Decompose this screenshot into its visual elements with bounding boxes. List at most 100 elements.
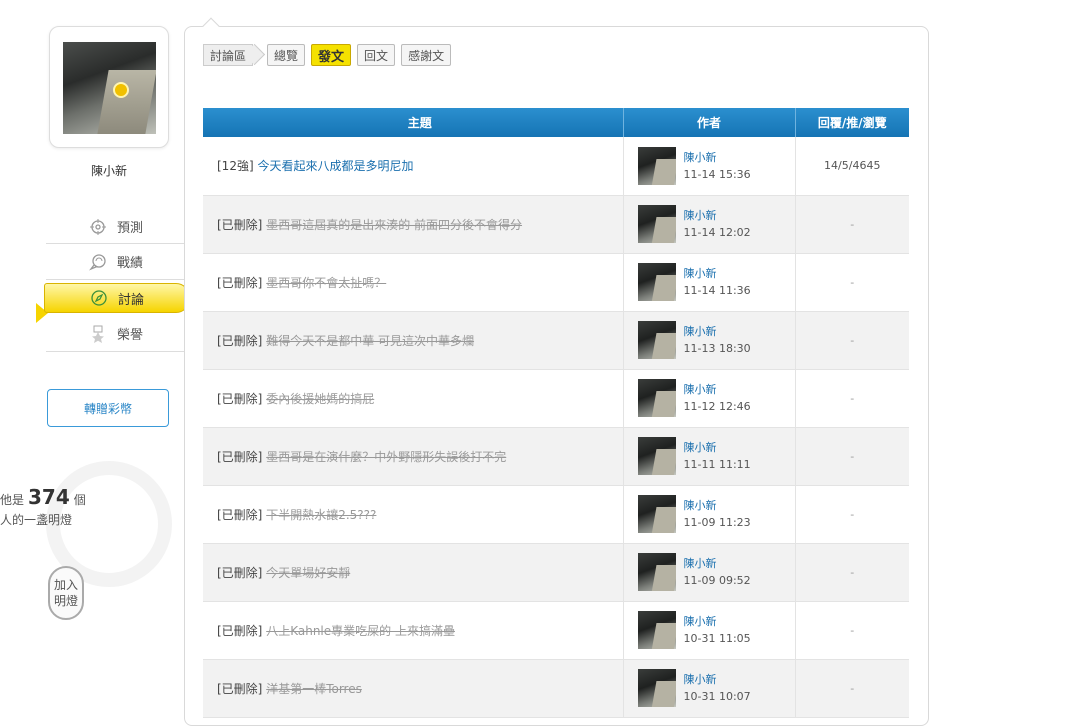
breadcrumb: 討論區 <box>203 44 254 66</box>
author-cell: 陳小新 11-09 11:23 <box>623 485 796 544</box>
author-name[interactable]: 陳小新 <box>684 381 751 398</box>
menu-label: 榮譽 <box>116 328 143 343</box>
author-avatar[interactable] <box>637 379 676 417</box>
topic-prefix: [已刪除] <box>217 217 263 232</box>
author-avatar[interactable] <box>637 205 676 243</box>
topic-prefix: [已刪除] <box>217 681 263 696</box>
author-cell: 陳小新 11-14 15:36 <box>623 137 796 196</box>
profile-sidebar: 陳小新 預測 戰績 討論 榮譽 轉贈彩幣 他是 374 個 人的一盞明燈 加入 … <box>0 0 190 709</box>
header-topic[interactable]: 主題 <box>203 108 624 137</box>
author-avatar[interactable] <box>637 553 676 591</box>
table-header: 主題 作者 回覆/推/瀏覽 <box>203 108 909 137</box>
follower-count: 374 <box>28 485 70 509</box>
topic-title: 墨西哥是在演什麼？中外野隱形失誤後打不完 <box>266 449 507 464</box>
stats-cell: - <box>795 601 909 660</box>
menu-item-honor[interactable]: 榮譽 <box>46 316 186 352</box>
author-name[interactable]: 陳小新 <box>684 207 751 224</box>
gift-coins-button[interactable]: 轉贈彩幣 <box>47 389 169 427</box>
author-cell: 陳小新 10-31 10:07 <box>623 659 796 718</box>
topic-title: 下半開熱水讓2.5??? <box>266 507 377 522</box>
topic-prefix: [12強] <box>217 159 254 174</box>
author-name[interactable]: 陳小新 <box>684 555 751 572</box>
stats-cell: 14/5/4645 <box>795 137 909 196</box>
author-cell: 陳小新 11-12 12:46 <box>623 369 796 428</box>
author-name[interactable]: 陳小新 <box>684 439 751 456</box>
table-row: [已刪除] 洋基第一棒Torres 陳小新 10-31 10:07 - <box>203 659 909 718</box>
topic-cell: [12強] 今天看起來八成都是多明尼加 <box>203 137 624 196</box>
number-badge-icon <box>113 82 129 98</box>
author-cell: 陳小新 11-09 09:52 <box>623 543 796 602</box>
topic-title: 墨西哥你不會太扯嗎？ <box>266 275 387 290</box>
author-avatar[interactable] <box>637 146 676 185</box>
chat-bubble-icon <box>89 253 107 271</box>
table-row: [12強] 今天看起來八成都是多明尼加 陳小新 11-14 15:36 14/5/46… <box>203 137 909 196</box>
topic-prefix: [已刪除] <box>217 333 263 348</box>
author-avatar[interactable] <box>637 495 676 533</box>
tab-posts[interactable]: 發文 <box>311 44 352 66</box>
author-avatar[interactable] <box>637 669 676 707</box>
topic-cell: [已刪除] 下半開熱水讓2.5??? <box>203 485 624 544</box>
medal-icon <box>89 325 107 343</box>
author-cell: 陳小新 11-14 11:36 <box>623 253 796 312</box>
topic-cell: [已刪除] 八上Kahnle專業吃屎的 上來搞滿壘 <box>203 601 624 660</box>
stats-cell: - <box>795 659 909 718</box>
author-cell: 陳小新 11-11 11:11 <box>623 427 796 486</box>
menu-item-discuss[interactable]: 討論 <box>44 283 190 313</box>
author-name[interactable]: 陳小新 <box>684 671 751 688</box>
topic-title: 今天單場好安靜 <box>266 565 351 580</box>
author-name[interactable]: 陳小新 <box>684 265 751 282</box>
topic-prefix: [已刪除] <box>217 565 263 580</box>
stats-cell: - <box>795 369 909 428</box>
stats-cell: - <box>795 427 909 486</box>
menu-item-predict[interactable]: 預測 <box>46 210 186 244</box>
table-row: [已刪除] 墨西哥你不會太扯嗎？ 陳小新 11-14 11:36 - <box>203 253 909 312</box>
post-time: 11-09 09:52 <box>683 574 751 587</box>
table-row: [已刪除] 難得今天不是都中華 可見這次中華多爛 陳小新 11-13 18:30 - <box>203 311 909 370</box>
topic-title: 難得今天不是都中華 可見這次中華多爛 <box>266 333 475 348</box>
header-author[interactable]: 作者 <box>623 108 796 137</box>
author-name[interactable]: 陳小新 <box>684 613 751 630</box>
header-stats[interactable]: 回覆/推/瀏覽 <box>795 108 909 137</box>
post-time: 11-14 15:36 <box>683 167 751 181</box>
author-avatar[interactable] <box>637 437 676 475</box>
username: 陳小新 <box>90 164 127 178</box>
topic-title: 墨西哥這屆真的是出來湊的 前面四分後不會得分 <box>266 217 523 232</box>
topic-cell: [已刪除] 委內後援她媽的搞屁 <box>203 369 624 428</box>
post-time: 11-12 12:46 <box>683 400 751 413</box>
table-row: [已刪除] 墨西哥是在演什麼？中外野隱形失誤後打不完 陳小新 11-11 11:11… <box>203 427 909 486</box>
topic-title[interactable]: 今天看起來八成都是多明尼加 <box>257 159 413 173</box>
author-cell: 陳小新 11-14 12:02 <box>623 195 796 254</box>
table-row: [已刪除] 墨西哥這屆真的是出來湊的 前面四分後不會得分 陳小新 11-14 12:… <box>203 195 909 254</box>
tab-thanks[interactable]: 感謝文 <box>401 44 452 66</box>
author-name[interactable]: 陳小新 <box>684 149 751 166</box>
post-time: 11-14 12:02 <box>683 226 751 239</box>
table-row: [已刪除] 八上Kahnle專業吃屎的 上來搞滿壘 陳小新 10-31 11:05 - <box>203 601 909 660</box>
topic-cell: [已刪除] 墨西哥這屆真的是出來湊的 前面四分後不會得分 <box>203 195 624 254</box>
tab-overview[interactable]: 總覽 <box>267 44 306 66</box>
topic-cell: [已刪除] 墨西哥你不會太扯嗎？ <box>203 253 624 312</box>
avatar-frame <box>49 26 169 148</box>
author-cell: 陳小新 10-31 11:05 <box>623 601 796 660</box>
author-name[interactable]: 陳小新 <box>684 323 751 340</box>
tab-replies[interactable]: 回文 <box>357 44 396 66</box>
stats-cell: - <box>795 311 909 370</box>
topic-prefix: [已刪除] <box>217 623 263 638</box>
menu-item-record[interactable]: 戰績 <box>46 244 186 280</box>
author-name[interactable]: 陳小新 <box>684 497 751 514</box>
target-icon <box>89 218 107 236</box>
join-lightbulb-button[interactable]: 加入 明燈 <box>48 566 84 620</box>
author-avatar[interactable] <box>637 611 676 649</box>
table-row: [已刪除] 今天單場好安靜 陳小新 11-09 09:52 - <box>203 543 909 602</box>
topic-prefix: [已刪除] <box>217 391 263 406</box>
topic-title: 八上Kahnle專業吃屎的 上來搞滿壘 <box>266 623 455 638</box>
topic-cell: [已刪除] 難得今天不是都中華 可見這次中華多爛 <box>203 311 624 370</box>
stats-cell: - <box>795 543 909 602</box>
author-avatar[interactable] <box>637 321 676 359</box>
author-cell: 陳小新 11-13 18:30 <box>623 311 796 370</box>
lightbulb-count: 他是 374 個 人的一盞明燈 <box>0 485 86 527</box>
topic-prefix: [已刪除] <box>217 507 263 522</box>
avatar[interactable] <box>63 42 156 134</box>
profile-menu: 預測 戰績 討論 榮譽 <box>44 210 190 352</box>
menu-label: 討論 <box>117 292 144 308</box>
author-avatar[interactable] <box>637 263 676 301</box>
